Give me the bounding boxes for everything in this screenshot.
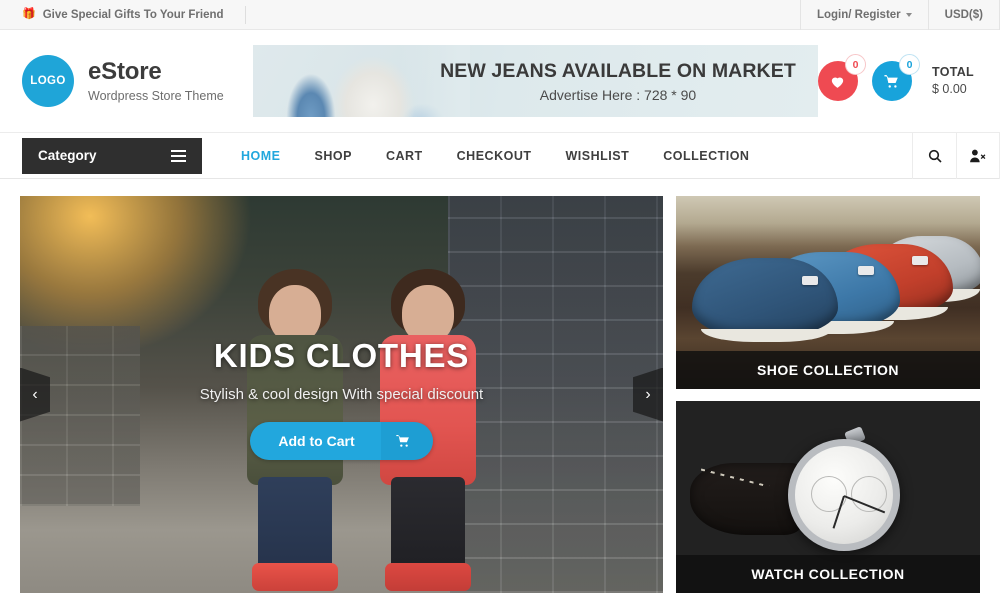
primary-menu: HOME SHOP CART CHECKOUT WISHLIST COLLECT… <box>224 133 766 179</box>
cart-total-label: TOTAL <box>931 65 974 80</box>
hero-caption: KIDS CLOTHES Stylish & cool design With … <box>20 196 663 593</box>
hero-add-to-cart-label: Add to Cart <box>250 422 381 460</box>
shoe-buckle-grey <box>912 256 928 265</box>
nav-item-cart[interactable]: CART <box>369 133 440 179</box>
hero-add-to-cart-icon-area <box>380 422 433 460</box>
top-bar-actions: Login/ Register USD($) <box>799 0 1000 30</box>
top-bar-promo: 🎁 Give Special Gifts To Your Friend <box>22 5 246 24</box>
brand-name: eStore <box>88 58 162 86</box>
currency-selector[interactable]: USD($) <box>927 0 1000 30</box>
chevron-down-icon <box>905 12 912 17</box>
login-register-menu[interactable]: Login/ Register <box>799 0 928 30</box>
wishlist-count-badge: 0 <box>844 54 866 75</box>
hero-title: KIDS CLOTHES <box>213 337 470 374</box>
hamburger-icon <box>171 149 186 162</box>
brand-tagline: Wordpress Store Theme <box>88 88 224 103</box>
nav-item-checkout[interactable]: CHECKOUT <box>440 133 549 179</box>
shoe-navy <box>692 258 838 342</box>
ad-banner-subtitle: Advertise Here : 728 * 90 <box>539 86 697 103</box>
chevron-right-icon: › <box>645 385 651 403</box>
watch-strap <box>690 462 802 535</box>
header-actions: 0 0 TOTAL $ 0.00 <box>817 54 978 101</box>
top-bar: 🎁 Give Special Gifts To Your Friend Logi… <box>0 0 1000 30</box>
login-register-label: Login/ Register <box>816 8 901 21</box>
account-logout-button[interactable] <box>956 132 1000 179</box>
search-icon <box>928 149 942 163</box>
cart-total: TOTAL $ 0.00 <box>932 64 974 98</box>
watch-collection-caption: WATCH COLLECTION <box>676 555 980 593</box>
user-times-icon <box>970 149 986 162</box>
nav-item-collection[interactable]: COLLECTION <box>646 133 766 179</box>
search-button[interactable] <box>912 132 956 179</box>
nav-item-wishlist[interactable]: WISHLIST <box>549 133 647 179</box>
logo-mark: LOGO <box>22 55 74 107</box>
page-content: KIDS CLOTHES Stylish & cool design With … <box>0 179 1000 593</box>
site-header: LOGO eStore Wordpress Store Theme NEW JE… <box>0 30 1000 133</box>
shoe-collection-caption: SHOE COLLECTION <box>676 350 980 389</box>
shoe-buckle-blue <box>802 276 818 285</box>
main-navigation-bar: Category HOME SHOP CART CHECKOUT WISHLIS… <box>0 132 1000 179</box>
nav-item-shop[interactable]: SHOP <box>298 133 369 179</box>
brand-text: eStore Wordpress Store Theme <box>88 58 224 103</box>
ad-banner-text: NEW JEANS AVAILABLE ON MARKET Advertise … <box>418 45 818 117</box>
nav-item-home[interactable]: HOME <box>224 133 298 179</box>
shoe-buckle-red <box>858 266 874 275</box>
hero-add-to-cart-button[interactable]: Add to Cart <box>250 422 433 460</box>
top-bar-divider <box>244 5 246 24</box>
nav-icon-group <box>912 132 1000 179</box>
cart-button[interactable]: 0 <box>871 54 920 101</box>
currency-label: USD($) <box>944 8 983 21</box>
collection-cards: SHOE COLLECTION WATCH COLLECTION <box>676 196 980 593</box>
ad-banner-title: NEW JEANS AVAILABLE ON MARKET <box>440 59 796 82</box>
collection-card-watch[interactable]: WATCH COLLECTION <box>676 400 980 593</box>
gift-icon: 🎁 <box>22 8 36 20</box>
promo-text: Give Special Gifts To Your Friend <box>42 8 224 21</box>
shopping-cart-icon <box>395 435 409 447</box>
hero-subtitle: Stylish & cool design With special disco… <box>199 386 484 403</box>
cart-total-value: $ 0.00 <box>931 82 967 96</box>
advertisement-banner[interactable]: NEW JEANS AVAILABLE ON MARKET Advertise … <box>253 45 818 117</box>
watch-face <box>788 438 900 551</box>
chevron-left-icon: ‹ <box>32 385 38 403</box>
wishlist-button[interactable]: 0 <box>817 54 866 101</box>
brand-logo[interactable]: LOGO eStore Wordpress Store Theme <box>22 55 233 107</box>
category-label: Category <box>38 148 97 163</box>
category-menu-button[interactable]: Category <box>22 137 202 174</box>
cart-count-badge: 0 <box>898 54 920 75</box>
collection-card-shoe[interactable]: SHOE COLLECTION <box>676 196 980 389</box>
logo-text: LOGO <box>30 75 66 87</box>
hero-slider[interactable]: KIDS CLOTHES Stylish & cool design With … <box>20 196 663 593</box>
